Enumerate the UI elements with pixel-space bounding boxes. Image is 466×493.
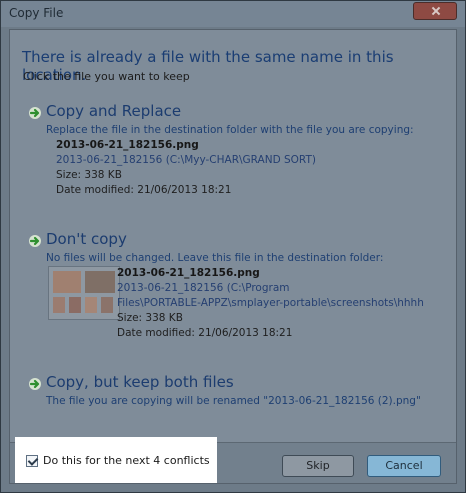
dont-copy-description: No files will be changed. Leave this fil… bbox=[46, 252, 384, 264]
dont-copy-title: Don't copy bbox=[46, 230, 127, 248]
apply-to-all-checkbox[interactable] bbox=[26, 455, 38, 467]
cancel-button[interactable]: Cancel bbox=[367, 455, 441, 477]
destination-file-size: Size: 338 KB bbox=[117, 312, 183, 324]
source-file-name: 2013-06-21_182156.png bbox=[56, 139, 199, 151]
green-arrow-icon bbox=[29, 235, 41, 247]
source-file-info: 2013-06-21_182156.png 2013-06-21_182156 … bbox=[56, 138, 316, 198]
dialog-subline: Click the file you want to keep bbox=[23, 70, 190, 83]
keep-both-description: The file you are copying will be renamed… bbox=[46, 395, 421, 407]
copy-and-replace-title: Copy and Replace bbox=[46, 102, 182, 120]
source-file-modified: Date modified: 21/06/2013 18:21 bbox=[56, 184, 232, 196]
source-file-path: 2013-06-21_182156 (C:\Myy-CHAR\GRAND SOR… bbox=[56, 154, 316, 166]
destination-file-info: 2013-06-21_182156.png 2013-06-21_182156 … bbox=[117, 266, 424, 341]
title-bar: Copy File bbox=[1, 1, 465, 27]
destination-file-modified: Date modified: 21/06/2013 18:21 bbox=[117, 327, 293, 339]
copy-file-dialog: Copy File There is already a file with t… bbox=[0, 0, 466, 493]
keep-both-title: Copy, but keep both files bbox=[46, 373, 234, 391]
destination-file-name: 2013-06-21_182156.png bbox=[117, 267, 260, 279]
destination-file-path-line-1: 2013-06-21_182156 (C:\Program bbox=[117, 282, 290, 294]
green-arrow-icon bbox=[29, 107, 41, 119]
dialog-content: There is already a file with the same na… bbox=[10, 30, 456, 440]
copy-and-replace-description: Replace the file in the destination fold… bbox=[46, 124, 414, 136]
source-file-size: Size: 338 KB bbox=[56, 169, 122, 181]
apply-to-all-label[interactable]: Do this for the next 4 conflicts bbox=[43, 454, 210, 467]
green-arrow-icon bbox=[29, 378, 41, 390]
window-title: Copy File bbox=[9, 6, 64, 20]
dialog-client-area: There is already a file with the same na… bbox=[9, 29, 457, 484]
close-button[interactable] bbox=[413, 2, 457, 20]
skip-button[interactable]: Skip bbox=[282, 455, 354, 477]
destination-file-path-line-2: Files\PORTABLE-APPZ\smplayer-portable\sc… bbox=[117, 297, 424, 309]
destination-file-thumbnail bbox=[48, 266, 120, 320]
